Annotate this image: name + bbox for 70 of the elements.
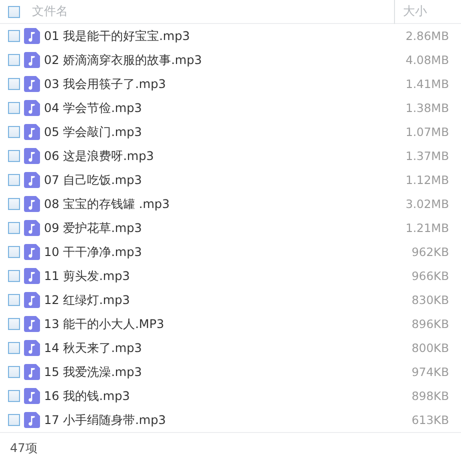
file-name[interactable]: 12 红绿灯.mp3: [44, 292, 130, 308]
file-name[interactable]: 17 小手绢随身带.mp3: [44, 412, 166, 428]
file-name[interactable]: 02 娇滴滴穿衣服的故事.mp3: [44, 52, 202, 68]
file-size: 3.02MB: [404, 197, 450, 211]
music-note-icon: [24, 148, 40, 164]
file-size: 613KB: [410, 413, 450, 427]
music-note-icon: [24, 412, 40, 428]
file-checkbox[interactable]: [8, 390, 20, 402]
file-size: 1.38MB: [404, 101, 450, 115]
file-name[interactable]: 10 干干净净.mp3: [44, 244, 142, 260]
file-size: 2.86MB: [404, 29, 450, 43]
music-note-icon: [24, 292, 40, 308]
file-size: 800KB: [410, 341, 450, 355]
file-size: 1.21MB: [404, 221, 450, 235]
file-checkbox[interactable]: [8, 366, 20, 378]
music-note-icon: [24, 244, 40, 260]
file-name[interactable]: 15 我爱洗澡.mp3: [44, 364, 142, 380]
file-name[interactable]: 05 学会敲门.mp3: [44, 124, 142, 140]
file-checkbox[interactable]: [8, 150, 20, 162]
music-note-icon: [24, 364, 40, 380]
file-size: 974KB: [410, 365, 450, 379]
file-name[interactable]: 13 能干的小大人.MP3: [44, 316, 164, 332]
file-checkbox[interactable]: [8, 198, 20, 210]
music-note-icon: [24, 172, 40, 188]
file-size: 1.41MB: [404, 77, 450, 91]
music-note-icon: [24, 124, 40, 140]
file-size: 966KB: [410, 269, 450, 283]
file-name[interactable]: 08 宝宝的存钱罐 .mp3: [44, 196, 170, 212]
file-checkbox[interactable]: [8, 246, 20, 258]
file-size: 830KB: [410, 293, 450, 307]
music-note-icon: [24, 28, 40, 44]
music-note-icon: [24, 388, 40, 404]
music-note-icon: [24, 196, 40, 212]
file-name[interactable]: 09 爱护花草.mp3: [44, 220, 142, 236]
music-note-icon: [24, 52, 40, 68]
file-checkbox[interactable]: [8, 78, 20, 90]
file-checkbox[interactable]: [8, 54, 20, 66]
file-size: 4.08MB: [404, 53, 450, 67]
file-size: 896KB: [410, 317, 450, 331]
music-note-icon: [24, 220, 40, 236]
file-name[interactable]: 04 学会节俭.mp3: [44, 100, 142, 116]
select-all-checkbox[interactable]: [8, 6, 20, 18]
file-checkbox[interactable]: [8, 270, 20, 282]
file-checkbox[interactable]: [8, 294, 20, 306]
item-count: 47项: [10, 440, 38, 457]
file-checkbox[interactable]: [8, 30, 20, 42]
file-size: 962KB: [410, 245, 450, 259]
file-name[interactable]: 14 秋天来了.mp3: [44, 340, 142, 356]
music-note-icon: [24, 316, 40, 332]
file-size: 1.12MB: [404, 173, 450, 187]
file-checkbox[interactable]: [8, 222, 20, 234]
music-note-icon: [24, 76, 40, 92]
file-size: 1.07MB: [404, 125, 450, 139]
file-name[interactable]: 06 这是浪费呀.mp3: [44, 148, 154, 164]
file-size: 898KB: [410, 389, 450, 403]
file-checkbox[interactable]: [8, 174, 20, 186]
file-checkbox[interactable]: [8, 126, 20, 138]
music-note-icon: [24, 340, 40, 356]
file-name[interactable]: 01 我是能干的好宝宝.mp3: [44, 28, 190, 44]
file-name[interactable]: 03 我会用筷子了.mp3: [44, 76, 166, 92]
music-note-icon: [24, 100, 40, 116]
file-checkbox[interactable]: [8, 102, 20, 114]
file-checkbox[interactable]: [8, 342, 20, 354]
music-note-icon: [24, 268, 40, 284]
file-checkbox[interactable]: [8, 414, 20, 426]
file-name[interactable]: 16 我的钱.mp3: [44, 388, 130, 404]
file-checkbox[interactable]: [8, 318, 20, 330]
file-name[interactable]: 11 剪头发.mp3: [44, 268, 130, 284]
file-name[interactable]: 07 自己吃饭.mp3: [44, 172, 142, 188]
file-size: 1.37MB: [404, 149, 450, 163]
